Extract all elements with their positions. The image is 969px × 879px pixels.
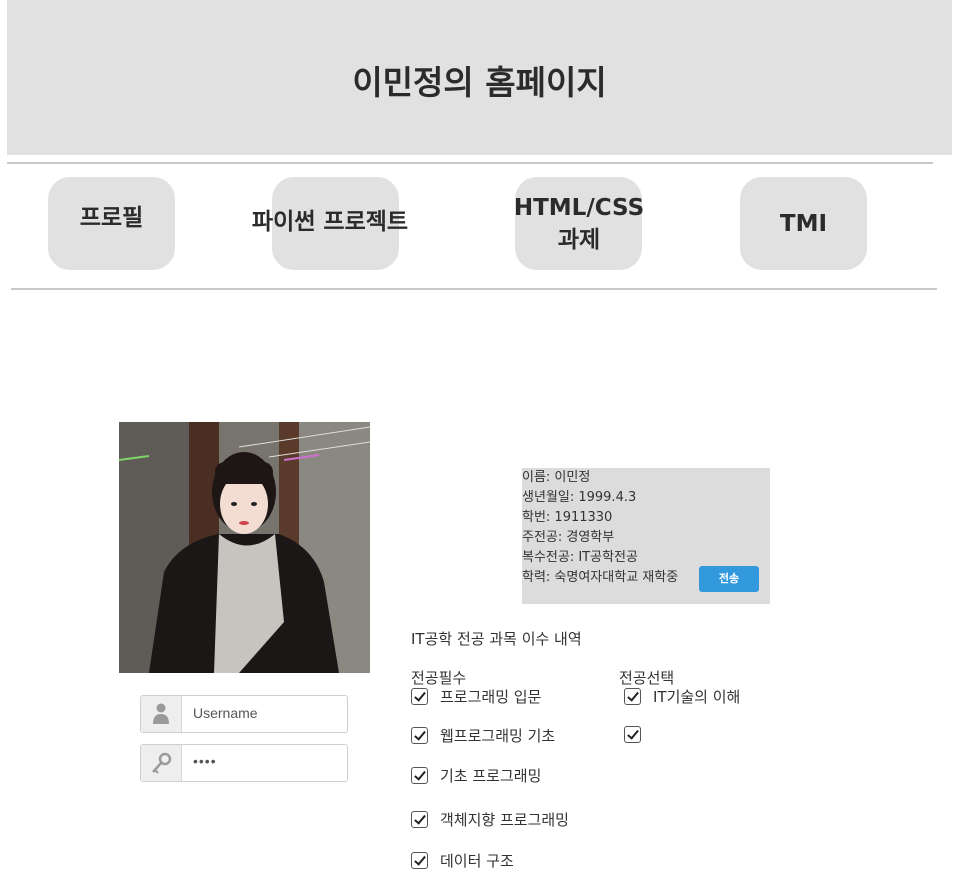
course-label: IT기술의 이해 [653,688,741,706]
key-icon [152,752,172,774]
profile-photo [119,422,370,673]
course-label: 프로그래밍 입문 [440,688,542,706]
course-item-elective [624,725,653,745]
divider-bottom [11,288,937,290]
required-heading: 전공필수 [411,669,467,687]
profile-photo-illustration [119,422,370,673]
course-checkbox[interactable] [411,727,428,744]
info-birth: 생년월일: 1999.4.3 [522,490,637,505]
info-double-major: 복수전공: IT공학전공 [522,550,638,565]
password-field[interactable]: •••• [140,744,348,782]
key-icon-box [141,745,182,781]
nav-item-html-css-line1[interactable]: HTML/CSS [495,192,663,224]
profile-info-box: 이름: 이민정 생년월일: 1999.4.3 학번: 1911330 주전공: … [522,468,770,604]
course-item-required: 프로그래밍 입문 [411,686,541,706]
course-label: 데이터 구조 [440,852,514,870]
elective-heading: 전공선택 [619,669,675,687]
username-field[interactable]: Username [140,695,348,733]
page-title: 이민정의 홈페이지 [352,63,607,102]
divider-top [7,162,933,164]
course-item-required: 웹프로그래밍 기초 [411,725,555,745]
course-checkbox[interactable] [411,767,428,784]
course-item-elective: IT기술의 이해 [624,686,740,706]
course-label: 웹프로그래밍 기초 [440,727,556,745]
courses-title: IT공학 전공 과목 이수 내역 [411,630,582,648]
info-education: 학력: 숙명여자대학교 재학중 [522,570,679,585]
info-name: 이름: 이민정 [522,470,591,485]
page-header: 이민정의 홈페이지 [7,0,952,155]
info-major: 주전공: 경영학부 [522,530,615,545]
send-button[interactable]: 전송 [699,566,759,592]
course-checkbox[interactable] [411,811,428,828]
course-label: 기초 프로그래밍 [440,767,542,785]
nav-item-html-css-line2[interactable]: 과제 [495,224,663,256]
course-checkbox[interactable] [624,688,641,705]
course-item-required: 객체지향 프로그래밍 [411,809,569,829]
course-checkbox[interactable] [624,726,641,743]
nav-item-profile[interactable]: 프로필 [48,202,175,234]
username-input[interactable]: Username [193,705,258,721]
course-label: 객체지향 프로그래밍 [440,811,569,829]
nav-item-python-project[interactable]: 파이썬 프로젝트 [240,206,420,238]
nav-item-tmi[interactable]: TMI [740,208,867,240]
course-item-required: 데이터 구조 [411,850,514,870]
course-item-required: 기초 프로그래밍 [411,765,541,785]
user-icon [153,703,169,724]
password-input[interactable]: •••• [193,753,217,769]
info-student-id: 학번: 1911330 [522,510,613,525]
course-checkbox[interactable] [411,688,428,705]
user-icon-box [141,696,182,732]
course-checkbox[interactable] [411,852,428,869]
